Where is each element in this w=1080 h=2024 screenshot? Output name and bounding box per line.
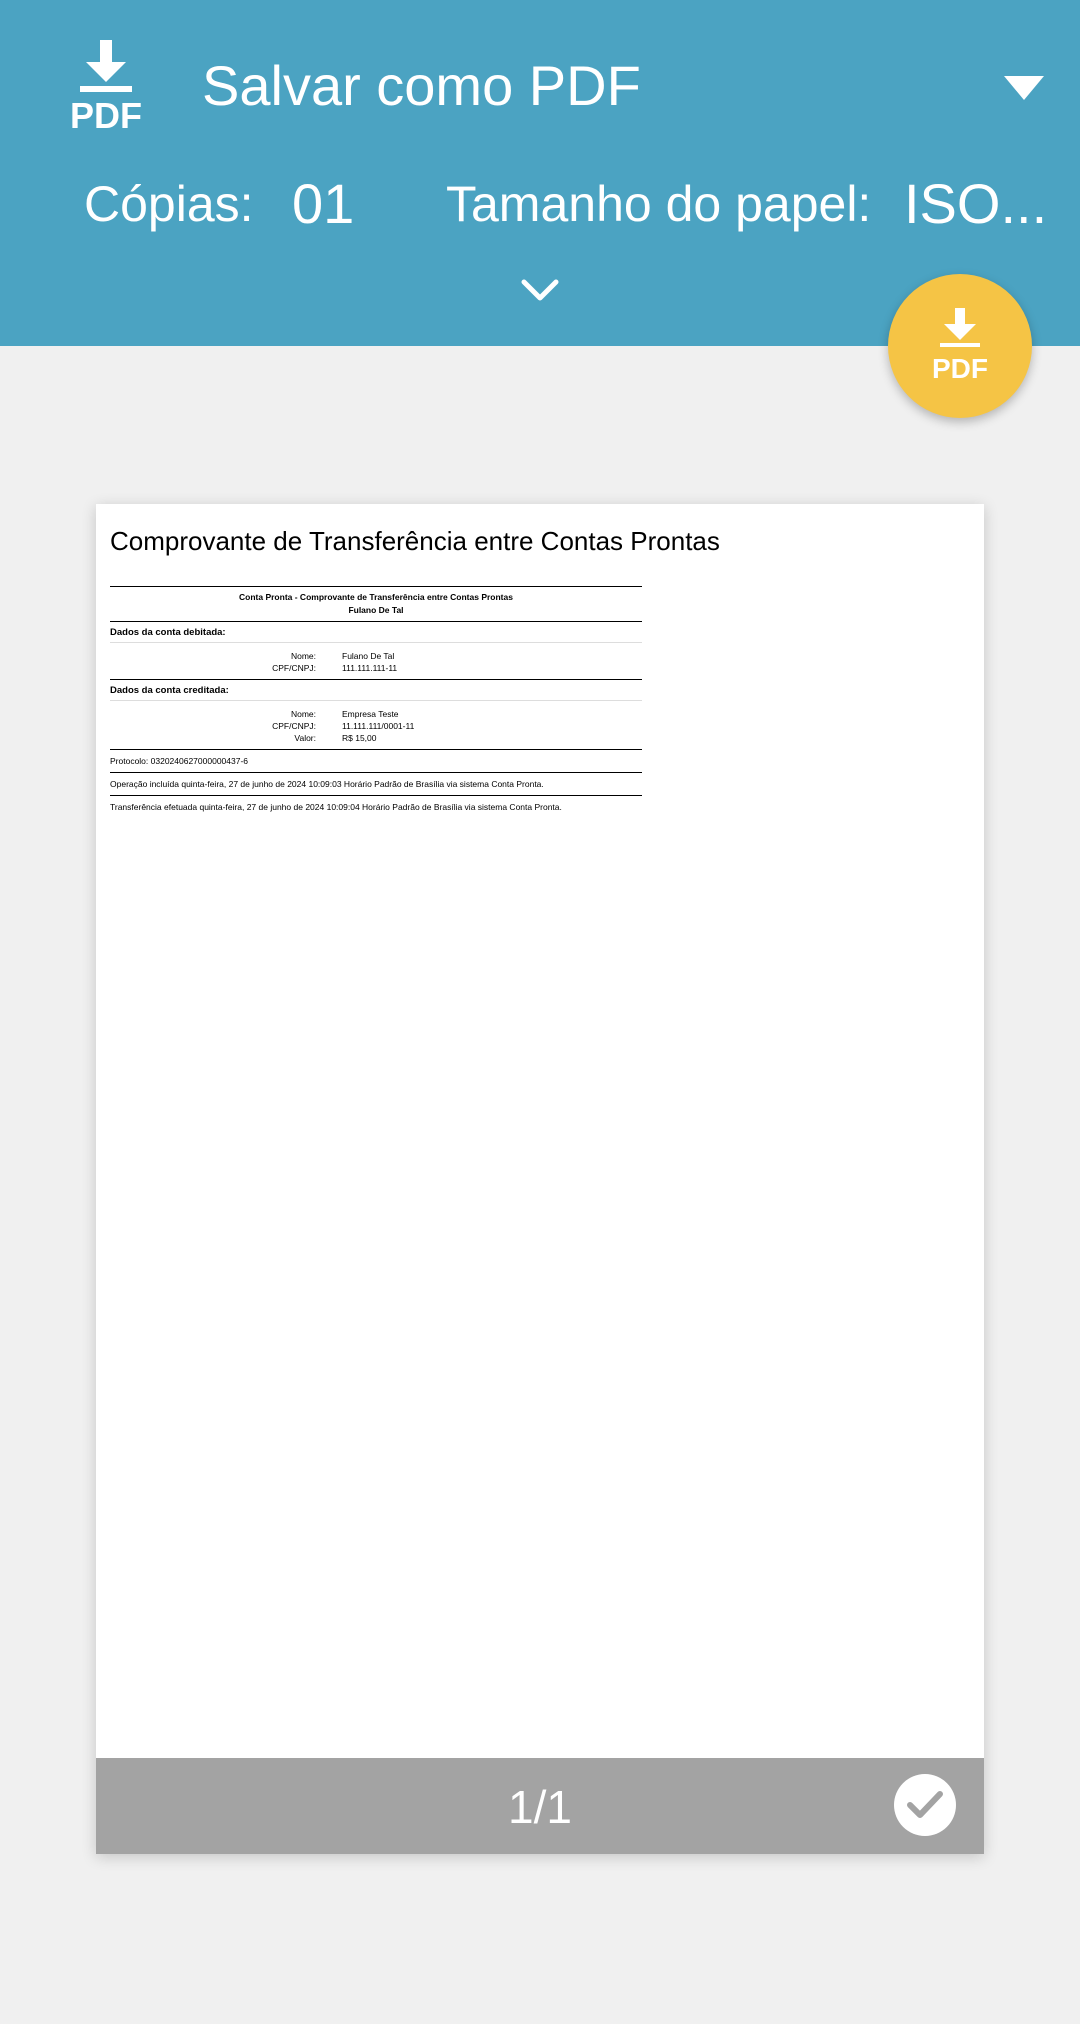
credit-doc-value: 11.111.111/0001-11 [342, 721, 415, 731]
receipt-header-line1: Conta Pronta - Comprovante de Transferên… [239, 592, 513, 602]
page-preview[interactable]: Comprovante de Transferência entre Conta… [96, 504, 984, 1854]
svg-text:PDF: PDF [70, 95, 142, 132]
receipt-header-line2: Fulano De Tal [348, 605, 404, 615]
protocol-text: Protocolo: 0320240627000000437-6 [110, 756, 249, 766]
debit-doc-value: 111.111.111-11 [342, 663, 398, 673]
transfer-text: Transferência efetuada quinta-feira, 27 … [110, 802, 562, 812]
debit-section-title: Dados da conta debitada: [110, 627, 226, 638]
paper-size-label: Tamanho do papel: [446, 176, 872, 232]
pdf-download-icon[interactable]: PDF [66, 36, 146, 136]
debit-doc-key: CPF/CNPJ: [272, 663, 316, 673]
receipt: Conta Pronta - Comprovante de Transferên… [110, 586, 642, 818]
credit-name-value: Empresa Teste [342, 709, 399, 719]
credit-value-value: R$ 15,00 [342, 733, 377, 743]
paper-size-value[interactable]: ISO... [904, 172, 1044, 236]
destination-label[interactable]: Salvar como PDF [202, 50, 641, 122]
page-select-toggle[interactable] [894, 1774, 956, 1836]
debit-name-value: Fulano De Tal [342, 651, 395, 661]
document-title: Comprovante de Transferência entre Conta… [110, 526, 720, 556]
fab-pdf-text: PDF [932, 353, 988, 384]
credit-value-key: Valor: [294, 733, 316, 743]
credit-section-title: Dados da conta creditada: [110, 685, 229, 696]
triangle-down-icon[interactable] [1004, 74, 1044, 102]
check-icon [907, 1791, 943, 1818]
copies-value[interactable]: 01 [292, 170, 354, 238]
copies-label: Cópias: [84, 176, 254, 232]
save-pdf-button[interactable]: PDF [888, 274, 1032, 418]
operation-text: Operação incluída quinta-feira, 27 de ju… [110, 779, 544, 789]
chevron-down-icon[interactable] [520, 278, 560, 302]
page-footer: 1/1 [96, 1758, 984, 1854]
debit-name-key: Nome: [290, 651, 316, 661]
page-counter: 1/1 [508, 1781, 572, 1833]
pdf-download-icon: PDF [932, 308, 988, 384]
credit-doc-key: CPF/CNPJ: [272, 721, 316, 731]
credit-name-key: Nome: [290, 709, 316, 719]
